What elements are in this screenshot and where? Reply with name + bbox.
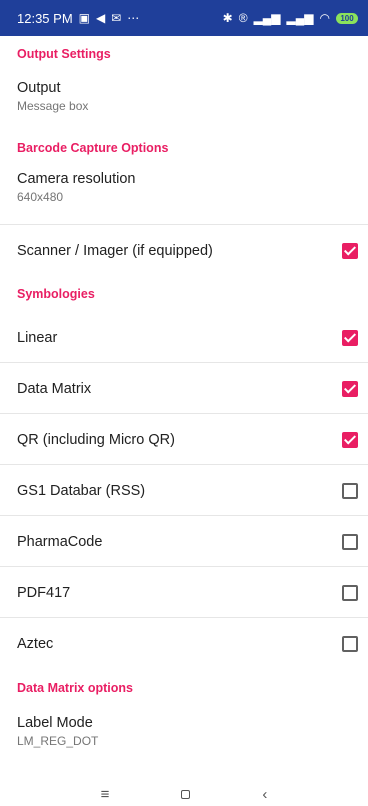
pref-camera-resolution-title: Camera resolution — [17, 171, 136, 187]
battery-icon: 100 — [336, 12, 358, 24]
section-data-matrix-options: Data Matrix options — [17, 681, 133, 695]
pref-gs1-databar-title: GS1 Databar (RSS) — [17, 483, 146, 499]
pref-linear-title: Linear — [17, 330, 58, 346]
pref-camera-resolution-summary: 640x480 — [17, 190, 64, 204]
pref-qr-title: QR (including Micro QR) — [17, 432, 175, 448]
pref-pharmacode-title: PharmaCode — [17, 534, 103, 550]
pref-scanner-imager[interactable]: Scanner / Imager (if equipped) — [0, 225, 368, 276]
aztec-checkbox[interactable] — [342, 635, 358, 652]
send-icon: ◀ — [96, 11, 106, 25]
pref-label-mode-title: Label Mode — [17, 715, 93, 731]
status-right: ✱ ® ▂▄▆ ▂▄▆ ◠ 100 — [223, 12, 358, 24]
signal-icon: ▂▄▆ — [253, 11, 281, 25]
pref-output-title: Output — [17, 80, 61, 96]
pref-output[interactable]: Output Message box — [0, 73, 368, 133]
pref-pdf417-title: PDF417 — [17, 585, 71, 601]
pref-pharmacode[interactable]: PharmaCode — [0, 516, 368, 567]
gs1-databar-checkbox[interactable] — [342, 482, 358, 499]
section-output-settings: Output Settings — [17, 47, 111, 61]
more-icon: ⋯ — [127, 11, 140, 25]
mail-icon: ✉ — [111, 11, 122, 25]
pref-data-matrix[interactable]: Data Matrix — [0, 363, 368, 414]
pref-qr[interactable]: QR (including Micro QR) — [0, 414, 368, 465]
pref-aztec[interactable]: Aztec — [0, 618, 368, 669]
status-left: 12:35 PM ▣ ◀ ✉ ⋯ — [17, 11, 139, 26]
section-barcode-capture-options: Barcode Capture Options — [17, 141, 169, 155]
pref-camera-resolution[interactable]: Camera resolution 640x480 — [0, 163, 368, 225]
navigation-bar: ≡ ‹ — [0, 782, 368, 806]
home-button[interactable] — [181, 789, 191, 799]
menu-button[interactable]: ≡ — [101, 786, 110, 803]
back-button[interactable]: ‹ — [262, 786, 267, 803]
pref-linear[interactable]: Linear — [0, 312, 368, 363]
status-bar: 12:35 PM ▣ ◀ ✉ ⋯ ✱ ® ▂▄▆ ▂▄▆ ◠ 100 — [0, 0, 368, 36]
pref-gs1-databar[interactable]: GS1 Databar (RSS) — [0, 465, 368, 516]
signal-icon-2: ▂▄▆ — [286, 11, 314, 25]
data-matrix-checkbox[interactable] — [342, 380, 358, 397]
wifi-icon: ◠ — [319, 11, 330, 25]
qr-checkbox[interactable] — [342, 431, 358, 448]
pref-aztec-title: Aztec — [17, 636, 54, 652]
pref-label-mode-summary: LM_REG_DOT — [17, 734, 99, 748]
pref-data-matrix-title: Data Matrix — [17, 381, 92, 397]
pharmacode-checkbox[interactable] — [342, 533, 358, 550]
section-symbologies: Symbologies — [17, 287, 95, 301]
message-icon: ▣ — [78, 11, 90, 25]
pref-scanner-imager-title: Scanner / Imager (if equipped) — [17, 243, 213, 259]
bluetooth-icon: ✱ — [222, 11, 233, 25]
scanner-imager-checkbox[interactable] — [342, 242, 358, 259]
status-time: 12:35 PM — [17, 10, 73, 26]
linear-checkbox[interactable] — [342, 329, 358, 346]
pdf417-checkbox[interactable] — [342, 584, 358, 601]
registered-icon: ® — [238, 11, 248, 25]
settings-list: Output Settings Output Message box Barco… — [0, 36, 368, 765]
pref-label-mode[interactable]: Label Mode LM_REG_DOT — [0, 707, 368, 765]
pref-output-summary: Message box — [17, 99, 89, 113]
pref-pdf417[interactable]: PDF417 — [0, 567, 368, 618]
